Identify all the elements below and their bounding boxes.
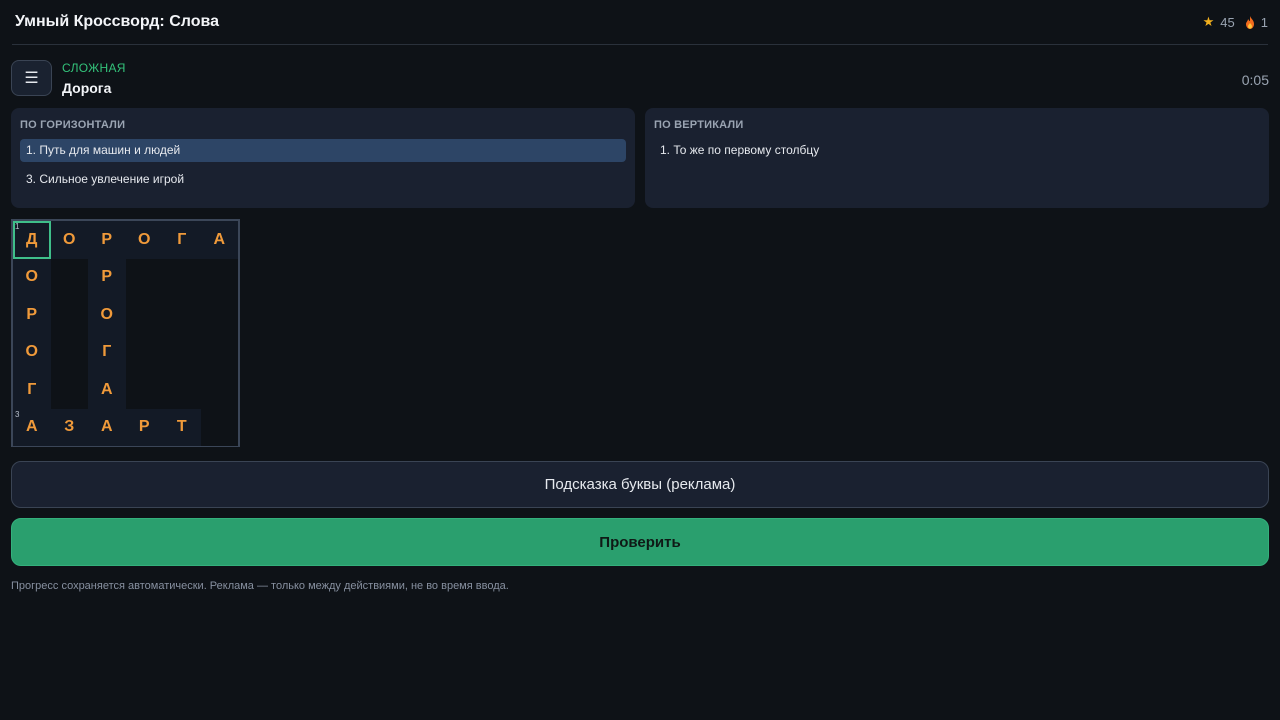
down-clue-list: 1. То же по первому столбцу (654, 139, 1260, 162)
cell-letter: О (100, 305, 113, 323)
letter-hint-button[interactable]: Подсказка буквы (реклама) (11, 461, 1269, 508)
cell-number: 1 (15, 222, 20, 231)
grid-block (163, 296, 201, 334)
menu-icon: ☰ (24, 70, 39, 87)
app-title: Умный Кроссворд: Слова (15, 13, 220, 30)
stats: ★ 45 1 (1203, 14, 1268, 30)
menu-button[interactable]: ☰ (11, 60, 52, 96)
cell-letter: А (100, 380, 113, 398)
streak-counter: 1 (1245, 15, 1268, 30)
timer: 0:05 (1241, 72, 1269, 88)
cell-letter: Р (26, 305, 38, 323)
grid-cell[interactable]: А (88, 371, 126, 409)
top-bar: Умный Кроссворд: Слова ★ 45 1 (12, 0, 1268, 45)
level-info: ☰ СЛОЖНАЯ Дорога 0:05 (11, 60, 1269, 98)
cell-letter: А (25, 418, 38, 436)
grid-block (163, 371, 201, 409)
cell-letter: А (213, 230, 226, 248)
grid-cell[interactable]: О (13, 258, 51, 296)
grid-cell[interactable]: Р (13, 296, 51, 334)
grid-block (125, 258, 163, 296)
grid-block (125, 333, 163, 371)
grid-cell[interactable]: О (88, 296, 126, 334)
stars-value: 45 (1220, 14, 1235, 30)
grid-cell[interactable]: Г (13, 371, 51, 409)
grid-cell[interactable]: 1Д (13, 221, 51, 259)
across-clue-list: 1. Путь для машин и людей 3. Сильное увле… (20, 139, 626, 191)
grid-block (50, 258, 88, 296)
grid-block (163, 258, 201, 296)
check-button[interactable]: Проверить (11, 518, 1269, 566)
grid-cell[interactable]: Р (88, 221, 126, 259)
grid-cell[interactable]: О (50, 221, 88, 259)
cell-letter: Р (138, 418, 150, 436)
grid-cell[interactable]: О (13, 333, 51, 371)
grid-cell[interactable]: Р (125, 408, 163, 446)
grid-cell[interactable]: Р (88, 258, 126, 296)
down-clue-item[interactable]: 1. То же по первому столбцу (654, 139, 1260, 162)
cell-letter: О (25, 268, 38, 286)
grid-block (200, 296, 238, 334)
cell-letter: О (63, 230, 76, 248)
cell-letter: Г (27, 380, 37, 398)
level-name: Дорога (62, 80, 112, 96)
cell-letter: О (25, 343, 38, 361)
stars-counter: ★ 45 (1203, 14, 1235, 30)
grid-cell[interactable]: А (200, 221, 238, 259)
grid-block (50, 333, 88, 371)
cell-letter: Д (26, 230, 38, 248)
star-icon: ★ (1202, 14, 1215, 29)
cell-letter: Г (102, 343, 112, 361)
cell-letter: Г (177, 230, 187, 248)
streak-value: 1 (1260, 14, 1268, 30)
down-heading: ПО ВЕРТИКАЛИ (654, 119, 744, 131)
grid-block (163, 333, 201, 371)
crossword-grid: 1ДОРОГАОРРООГГА3АЗАРТ (11, 219, 240, 447)
grid-block (125, 296, 163, 334)
grid-block (200, 408, 238, 446)
across-clue-item[interactable]: 3. Сильное увлечение игрой (20, 168, 626, 191)
grid-block (200, 371, 238, 409)
cell-letter: А (100, 418, 113, 436)
cell-letter: Р (101, 230, 113, 248)
grid-cell[interactable]: Т (163, 408, 201, 446)
difficulty-label: СЛОЖНАЯ (62, 61, 126, 75)
crossword-app: Умный Кроссворд: Слова ★ 45 1 ☰ СЛОЖНАЯ … (0, 0, 1280, 720)
across-clue-item[interactable]: 1. Путь для машин и людей (20, 139, 626, 162)
grid-cell[interactable]: З (50, 408, 88, 446)
across-clues-panel: ПО ГОРИЗОНТАЛИ 1. Путь для машин и людей… (11, 108, 635, 208)
grid-cell[interactable]: О (125, 221, 163, 259)
grid-cell[interactable]: Г (88, 333, 126, 371)
cell-number: 3 (15, 409, 20, 419)
grid-block (125, 371, 163, 409)
footnote: Прогресс сохраняется автоматически. Рекл… (11, 580, 509, 592)
across-heading: ПО ГОРИЗОНТАЛИ (20, 119, 126, 131)
grid-block (50, 371, 88, 409)
grid-block (200, 258, 238, 296)
grid-cell[interactable]: 3А (13, 408, 51, 446)
fire-icon (1245, 15, 1254, 29)
cell-letter: Т (176, 418, 187, 436)
cell-letter: Р (101, 268, 113, 286)
grid-cell[interactable]: А (88, 408, 126, 446)
grid-block (200, 333, 238, 371)
cell-letter: О (138, 230, 151, 248)
cell-letter: З (64, 418, 75, 436)
grid-cell[interactable]: Г (163, 221, 201, 259)
grid-block (50, 296, 88, 334)
down-clues-panel: ПО ВЕРТИКАЛИ 1. То же по первому столбцу (645, 108, 1269, 208)
